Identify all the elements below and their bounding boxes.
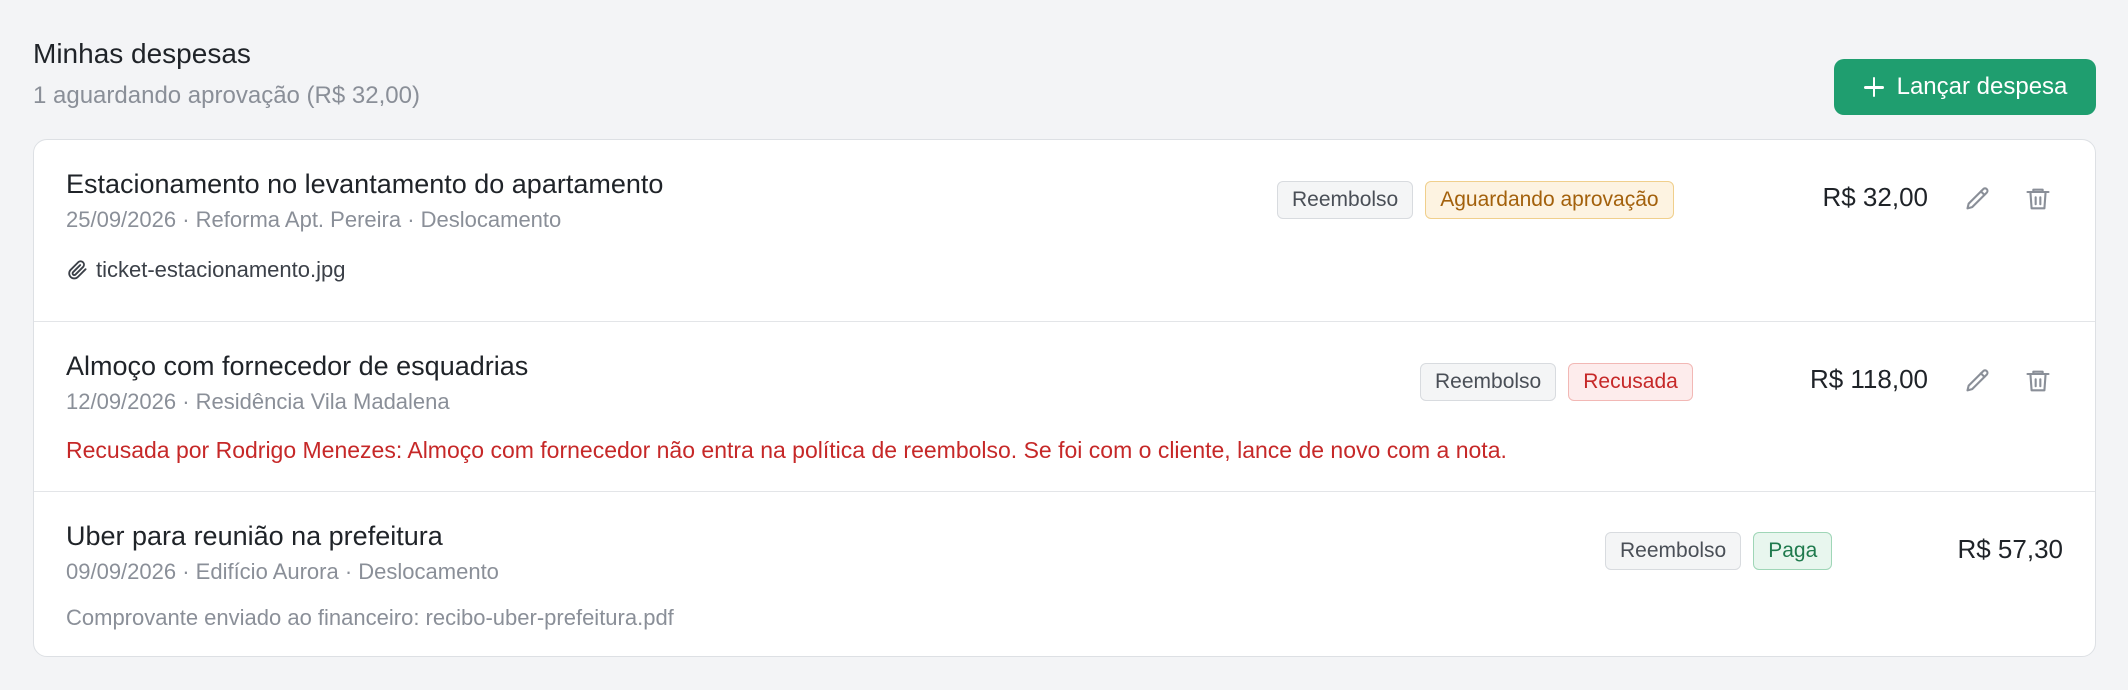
edit-button[interactable] — [1961, 182, 1995, 216]
type-badge: Reembolso — [1605, 532, 1742, 570]
pencil-icon — [1966, 187, 1989, 210]
plus-icon — [1863, 76, 1885, 98]
expense-title: Uber para reunião na prefeitura — [66, 521, 443, 551]
expense-row[interactable]: Estacionamento no levantamento do aparta… — [34, 140, 2095, 322]
add-expense-button[interactable]: Lançar despesa — [1834, 59, 2096, 115]
status-badge: Recusada — [1568, 363, 1693, 401]
expense-title: Almoço com fornecedor de esquadrias — [66, 351, 529, 381]
trash-icon — [2026, 188, 2050, 210]
type-badge: Reembolso — [1420, 363, 1557, 401]
expense-meta: 12/09/2026 · Residência Vila Madalena — [66, 389, 450, 414]
expense-amount: R$ 32,00 — [1822, 182, 1928, 212]
status-badge: Aguardando aprovação — [1425, 181, 1674, 219]
page-title: Minhas despesas — [33, 38, 251, 69]
expense-meta: 09/09/2026 · Edifício Aurora · Deslocame… — [66, 559, 499, 584]
pencil-icon — [1966, 369, 1989, 392]
expense-list: Estacionamento no levantamento do aparta… — [33, 139, 2096, 657]
expense-row[interactable]: Uber para reunião na prefeitura 09/09/20… — [34, 492, 2095, 656]
attachment-link[interactable]: ticket-estacionamento.jpg — [66, 257, 345, 283]
type-badge: Reembolso — [1277, 181, 1414, 219]
expense-amount: R$ 57,30 — [1957, 534, 2063, 564]
delete-button[interactable] — [2021, 364, 2055, 398]
delete-button[interactable] — [2021, 182, 2055, 216]
expense-title: Estacionamento no levantamento do aparta… — [66, 169, 664, 199]
expenses-page: Minhas despesas 1 aguardando aprovação (… — [33, 0, 2096, 690]
row-actions — [1961, 364, 2055, 398]
paperclip-icon — [68, 260, 87, 280]
rejection-note: Recusada por Rodrigo Menezes: Almoço com… — [66, 437, 1507, 463]
attachment-filename: ticket-estacionamento.jpg — [96, 257, 346, 282]
receipt-note: Comprovante enviado ao financeiro: recib… — [66, 605, 674, 630]
expense-amount: R$ 118,00 — [1809, 364, 1928, 394]
expense-badges: Reembolso Paga — [1605, 532, 1833, 570]
edit-button[interactable] — [1961, 364, 1995, 398]
expense-row[interactable]: Almoço com fornecedor de esquadrias 12/0… — [34, 322, 2095, 492]
trash-icon — [2026, 370, 2050, 392]
expense-badges: Reembolso Recusada — [1420, 363, 1693, 401]
expense-badges: Reembolso Aguardando aprovação — [1277, 181, 1674, 219]
pending-summary: 1 aguardando aprovação (R$ 32,00) — [33, 82, 420, 109]
row-actions — [1961, 182, 2055, 216]
status-badge: Paga — [1753, 532, 1833, 570]
add-expense-button-label: Lançar despesa — [1896, 73, 2068, 100]
expense-meta: 25/09/2026 · Reforma Apt. Pereira · Desl… — [66, 207, 562, 232]
